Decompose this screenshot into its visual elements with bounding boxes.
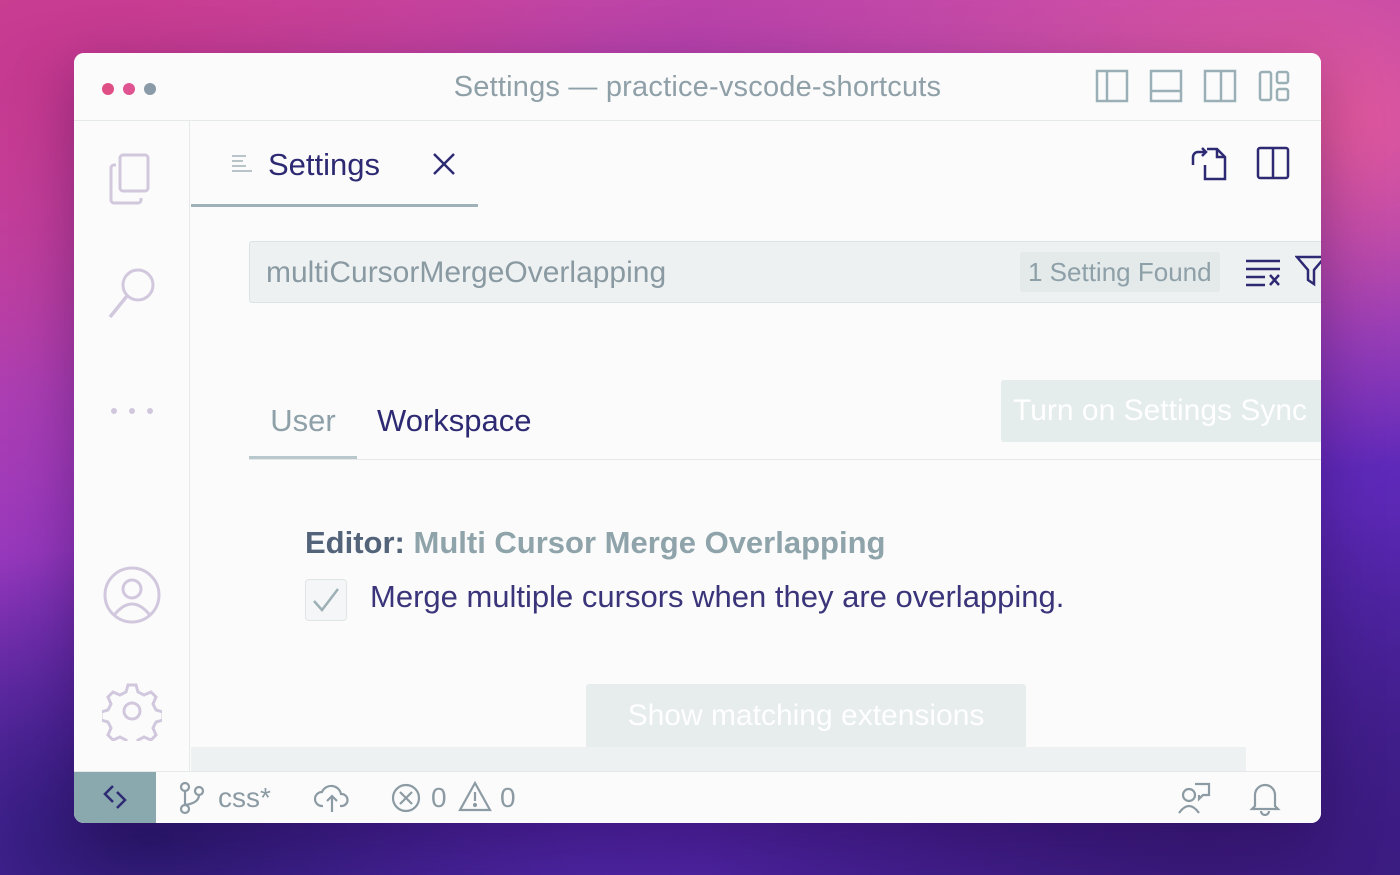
settings-list-icon (231, 153, 253, 175)
toggle-panel-icon[interactable] (1149, 69, 1183, 103)
setting-title: Editor: Multi Cursor Merge Overlapping (305, 525, 885, 561)
error-icon[interactable] (390, 782, 422, 814)
more-icon[interactable] (102, 381, 162, 441)
git-branch-label[interactable]: css* (218, 782, 271, 814)
customize-layout-icon[interactable] (1257, 69, 1291, 103)
filter-icon[interactable] (1294, 254, 1321, 288)
setting-checkbox[interactable] (305, 579, 347, 621)
vscode-window: Settings — practice-vscode-shortcuts Set… (74, 53, 1321, 823)
open-settings-json-icon[interactable] (1191, 145, 1227, 181)
tab-user[interactable]: User (249, 395, 357, 459)
warning-icon[interactable] (458, 780, 492, 814)
show-matching-extensions-button[interactable]: Show matching extensions (586, 684, 1026, 748)
toggle-primary-sidebar-icon[interactable] (1095, 69, 1129, 103)
feedback-icon[interactable] (1177, 781, 1211, 815)
turn-on-settings-sync-button[interactable]: Turn on Settings Sync (1001, 380, 1321, 442)
settings-search-input[interactable]: multiCursorMergeOverlapping 1 Setting Fo… (249, 241, 1321, 303)
error-count[interactable]: 0 (431, 782, 447, 814)
remote-indicator[interactable] (74, 772, 156, 823)
close-icon[interactable] (429, 149, 459, 179)
status-bar: css* 0 0 (74, 771, 1321, 823)
results-count-badge: 1 Setting Found (1020, 252, 1220, 292)
tab-workspace[interactable]: Workspace (377, 403, 532, 439)
title-bar: Settings — practice-vscode-shortcuts (74, 53, 1321, 121)
git-branch-icon[interactable] (178, 781, 206, 815)
layout-controls (1095, 69, 1291, 103)
horizontal-scrollbar[interactable] (191, 747, 1246, 771)
explorer-icon[interactable] (102, 149, 162, 209)
activity-bar (74, 121, 190, 771)
search-value: multiCursorMergeOverlapping (266, 256, 667, 289)
split-editor-icon[interactable] (1255, 145, 1291, 181)
settings-editor: Settings multiCursorMergeOverlapping 1 S… (191, 121, 1321, 771)
tab-label: Settings (268, 147, 381, 182)
tab-bar: Settings (191, 121, 1321, 207)
accounts-icon[interactable] (102, 565, 162, 625)
setting-name: Multi Cursor Merge Overlapping (413, 525, 886, 560)
clear-filter-icon[interactable] (1245, 256, 1281, 288)
manage-gear-icon[interactable] (99, 681, 165, 749)
toggle-secondary-sidebar-icon[interactable] (1203, 69, 1237, 103)
remote-icon (103, 785, 127, 809)
cloud-upload-icon[interactable] (313, 782, 350, 814)
scope-divider (249, 459, 1321, 460)
tab-settings[interactable]: Settings (191, 121, 478, 207)
editor-actions (1191, 145, 1291, 181)
notifications-bell-icon[interactable] (1249, 780, 1281, 817)
setting-category: Editor: (305, 525, 414, 560)
search-icon[interactable] (102, 263, 162, 323)
checkmark-icon (313, 588, 339, 612)
setting-description: Merge multiple cursors when they are ove… (370, 579, 1065, 614)
warning-count[interactable]: 0 (500, 782, 516, 814)
